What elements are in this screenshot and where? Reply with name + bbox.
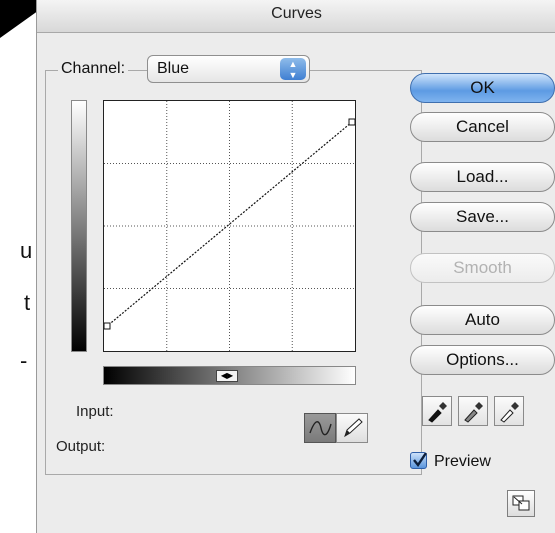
resize-button[interactable] [507, 490, 535, 517]
curve-tool-button[interactable] [304, 413, 336, 443]
curve-grid [104, 101, 355, 351]
cancel-button[interactable]: Cancel [410, 112, 555, 142]
channel-value: Blue [157, 60, 190, 77]
smooth-button[interactable]: Smooth [410, 253, 555, 283]
select-arrows-icon: ▲ ▼ [280, 58, 306, 80]
title-bar[interactable]: Curves [37, 0, 555, 33]
gradient-direction-toggle[interactable]: ◀▶ [216, 370, 238, 382]
options-button[interactable]: Options... [410, 345, 555, 375]
channel-select[interactable]: Blue ▲ ▼ [147, 55, 310, 83]
save-button[interactable]: Save... [410, 202, 555, 232]
curve-tool-icon [309, 421, 332, 436]
auto-button[interactable]: Auto [410, 305, 555, 335]
load-button[interactable]: Load... [410, 162, 555, 192]
input-gradient-bar: ◀▶ [103, 366, 356, 385]
curves-dialog: Curves Channel: Blue ▲ ▼ ◀▶ Input: Outpu… [36, 0, 555, 533]
gray-eyedropper-icon [464, 402, 483, 423]
preview-label: Preview [434, 453, 491, 470]
channel-label: Channel: [58, 60, 129, 78]
output-gradient-bar [71, 100, 87, 352]
curve-graph[interactable] [103, 100, 356, 352]
background-char: t [24, 290, 31, 315]
resize-icon [512, 495, 530, 511]
white-eyedropper-icon [500, 402, 519, 423]
curve-point-black[interactable] [104, 322, 111, 330]
curve-point-white[interactable] [348, 118, 355, 126]
output-label: Output: [56, 438, 106, 455]
background-char: u [20, 238, 33, 263]
black-eyedropper-button[interactable] [422, 396, 452, 426]
input-label: Input: [76, 403, 114, 420]
white-eyedropper-button[interactable] [494, 396, 524, 426]
pencil-icon [344, 418, 363, 438]
background-char: - [20, 348, 28, 373]
ok-button[interactable]: OK [410, 73, 555, 103]
pencil-tool-button[interactable] [336, 413, 368, 443]
checkmark-icon [413, 453, 427, 468]
black-eyedropper-icon [428, 402, 447, 423]
dialog-title: Curves [271, 5, 322, 22]
preview-checkbox[interactable] [410, 452, 427, 469]
gray-eyedropper-button[interactable] [458, 396, 488, 426]
